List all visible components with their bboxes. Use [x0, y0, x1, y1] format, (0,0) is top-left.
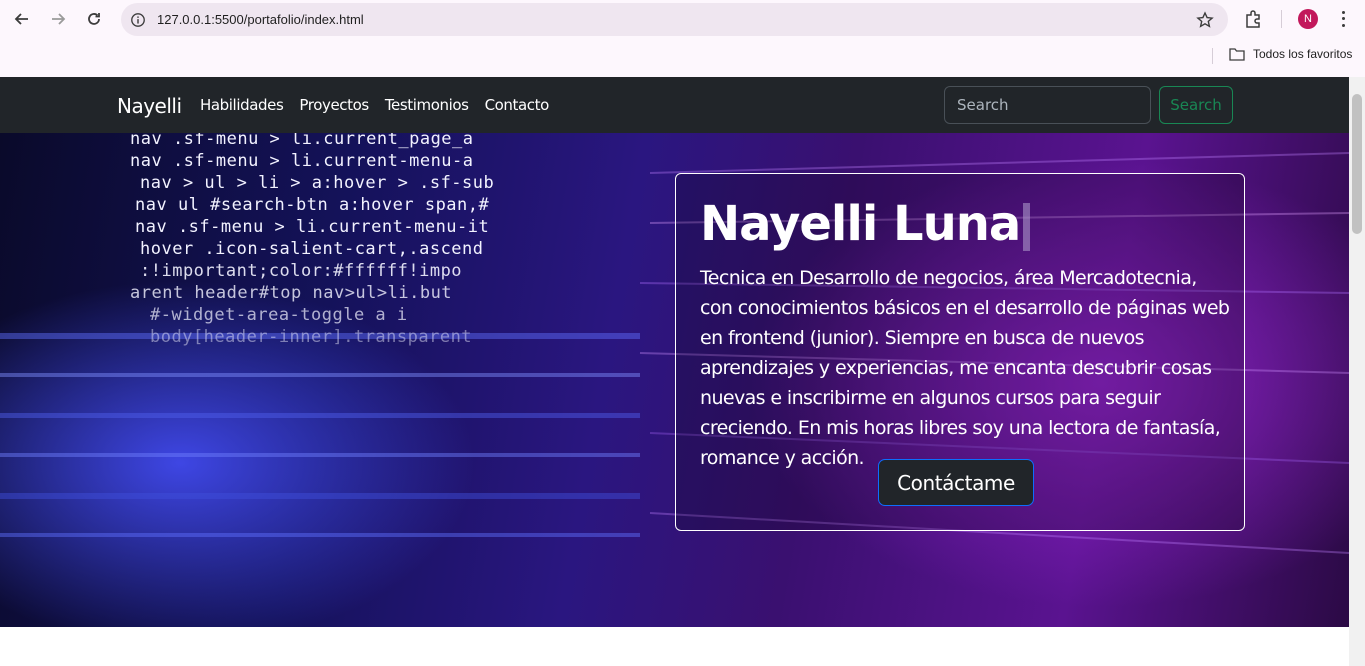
code-line: nav ul #search-btn a:hover span,# — [135, 195, 490, 215]
site-info-icon[interactable] — [129, 11, 147, 29]
hero-description: Tecnica en Desarrollo de negocios, área … — [700, 267, 1230, 469]
nav-link-testimonios[interactable]: Testimonios — [385, 96, 469, 114]
page-scrollbar[interactable] — [1349, 77, 1365, 666]
extensions-icon[interactable] — [1243, 8, 1265, 30]
nav-links: Habilidades Proyectos Testimonios Contac… — [200, 96, 549, 114]
code-line: hover .icon-salient-cart,.ascend — [140, 239, 484, 259]
hero-title-text: Nayelli Luna — [700, 196, 1021, 252]
bookmarks-bar: Todos los favoritos — [0, 38, 1365, 77]
code-line: nav .sf-menu > li.current_page_a — [130, 133, 474, 149]
code-line: arent header#top nav>ul>li.but — [130, 283, 453, 303]
back-icon[interactable] — [9, 7, 35, 31]
code-background: nav .sf-menu > li.current_page_a nav .sf… — [0, 133, 640, 627]
browser-menu-icon[interactable] — [1336, 9, 1350, 29]
nav-link-habilidades[interactable]: Habilidades — [200, 96, 284, 114]
typing-caret — [1023, 203, 1031, 251]
all-bookmarks-folder[interactable]: Todos los favoritos — [1229, 47, 1352, 61]
code-line: nav .sf-menu > li.current-menu-it — [135, 217, 490, 237]
code-line: #-widget-area-toggle a i — [150, 305, 408, 325]
brand-link[interactable]: Nayelli — [117, 94, 182, 118]
hero-card: Nayelli Luna Tecnica en Desarrollo de ne… — [675, 173, 1245, 531]
code-line: nav > ul > li > a:hover > .sf-sub — [140, 173, 495, 193]
nav-link-contacto[interactable]: Contacto — [485, 96, 550, 114]
search-button[interactable]: Search — [1159, 86, 1233, 124]
bookmarks-divider — [1212, 48, 1213, 64]
code-line: :!important;color:#ffffff!impo — [140, 261, 463, 281]
scrollbar-thumb[interactable] — [1352, 94, 1362, 234]
address-bar[interactable]: 127.0.0.1:5500/portafolio/index.html — [121, 3, 1228, 36]
browser-toolbar: 127.0.0.1:5500/portafolio/index.html N — [0, 0, 1365, 38]
bookmarks-folder-label: Todos los favoritos — [1253, 47, 1353, 61]
site-navbar: Nayelli Habilidades Proyectos Testimonio… — [0, 77, 1349, 133]
contact-me-button[interactable]: Contáctame — [878, 459, 1034, 506]
hero-section: nav .sf-menu > li.current_page_a nav .sf… — [0, 133, 1349, 627]
code-line: nav .sf-menu > li.current-menu-a — [130, 151, 474, 171]
nav-link-proyectos[interactable]: Proyectos — [299, 96, 369, 114]
reload-icon[interactable] — [81, 7, 107, 31]
url-text[interactable]: 127.0.0.1:5500/portafolio/index.html — [157, 12, 364, 27]
toolbar-divider — [1281, 10, 1282, 28]
browser-chrome: 127.0.0.1:5500/portafolio/index.html N T… — [0, 0, 1365, 77]
bookmark-star-icon[interactable] — [1196, 11, 1214, 29]
folder-icon — [1229, 48, 1245, 61]
code-line: body[header-inner].transparent — [150, 327, 473, 347]
profile-avatar[interactable]: N — [1298, 9, 1318, 29]
search-input[interactable] — [944, 86, 1151, 124]
forward-icon[interactable] — [45, 7, 71, 31]
hero-title: Nayelli Luna — [700, 196, 1031, 252]
